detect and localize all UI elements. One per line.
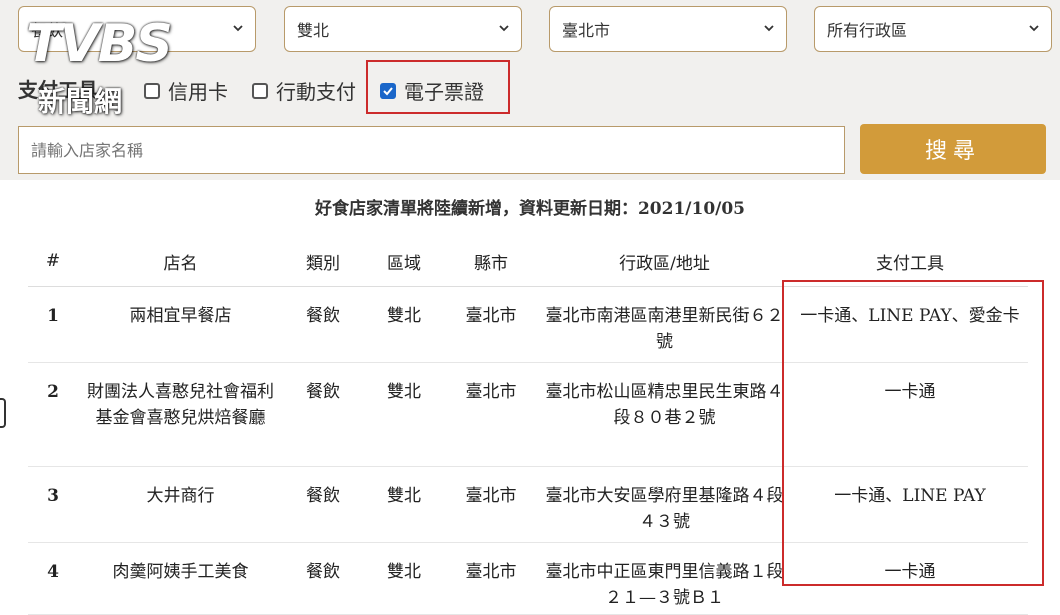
search-button[interactable]: 搜尋 — [860, 124, 1046, 174]
header-number: # — [28, 236, 78, 287]
store-address: 臺北市中正區東門里信義路１段２１—３號Ｂ１ — [537, 542, 792, 615]
store-city: 臺北市 — [445, 362, 537, 467]
store-address: 臺北市南港區南港里新民街６２號 — [537, 286, 792, 363]
chevron-down-icon — [233, 25, 243, 32]
header-type: 類別 — [283, 236, 363, 287]
store-type: 餐飲 — [283, 542, 363, 615]
highlight-box — [366, 60, 510, 114]
store-area: 雙北 — [363, 286, 445, 363]
store-name-input[interactable] — [18, 126, 845, 174]
side-tab-handle[interactable] — [0, 398, 6, 428]
store-name: 肉羹阿姨手工美食 — [78, 542, 283, 615]
store-type: 餐飲 — [283, 362, 363, 467]
store-name: 兩相宜早餐店 — [78, 286, 283, 363]
district-select-value: 所有行政區 — [827, 21, 908, 40]
chevron-down-icon — [1029, 25, 1039, 32]
header-store-name: 店名 — [78, 236, 283, 287]
header-address: 行政區/地址 — [537, 236, 792, 287]
checkbox-label: 行動支付 — [276, 80, 356, 104]
header-area: 區域 — [363, 236, 445, 287]
store-city: 臺北市 — [445, 542, 537, 615]
checkbox-icon[interactable] — [252, 82, 268, 99]
store-area: 雙北 — [363, 466, 445, 543]
city-select[interactable]: 臺北市 — [549, 6, 787, 52]
store-city: 臺北市 — [445, 286, 537, 363]
store-name: 財團法人喜憨兒社會福利基金會喜憨兒烘焙餐廳 — [78, 362, 283, 467]
tvbs-logo: TVBS 新聞網 — [26, 14, 216, 118]
region-select[interactable]: 雙北 — [284, 6, 522, 52]
update-notice: 好食店家清單將陸續新增，資料更新日期：2021/10/05 — [314, 199, 746, 219]
payment-highlight-box — [782, 280, 1044, 586]
header-city: 縣市 — [445, 236, 537, 287]
region-select-value: 雙北 — [297, 21, 330, 40]
logo-brand: TVBS — [26, 14, 173, 74]
table-header-row: # 店名 類別 區域 縣市 行政區/地址 支付工具 — [28, 236, 1028, 287]
logo-subtitle: 新聞網 — [38, 85, 123, 118]
chevron-down-icon — [499, 25, 509, 32]
store-city: 臺北市 — [445, 466, 537, 543]
checkbox-mobile-payment[interactable]: 行動支付 — [252, 76, 356, 105]
row-number: 1 — [28, 286, 78, 363]
store-type: 餐飲 — [283, 466, 363, 543]
store-name: 大井商行 — [78, 466, 283, 543]
store-address: 臺北市大安區學府里基隆路４段４３號 — [537, 466, 792, 543]
store-area: 雙北 — [363, 542, 445, 615]
store-address: 臺北市松山區精忠里民生東路４段８０巷２號 — [537, 362, 792, 467]
row-number: 4 — [28, 542, 78, 615]
store-type: 餐飲 — [283, 286, 363, 363]
district-select[interactable]: 所有行政區 — [814, 6, 1052, 52]
chevron-down-icon — [764, 25, 774, 32]
header-payment: 支付工具 — [792, 236, 1028, 287]
row-number: 2 — [28, 362, 78, 467]
row-number: 3 — [28, 466, 78, 543]
city-select-value: 臺北市 — [562, 21, 611, 40]
store-area: 雙北 — [363, 362, 445, 467]
